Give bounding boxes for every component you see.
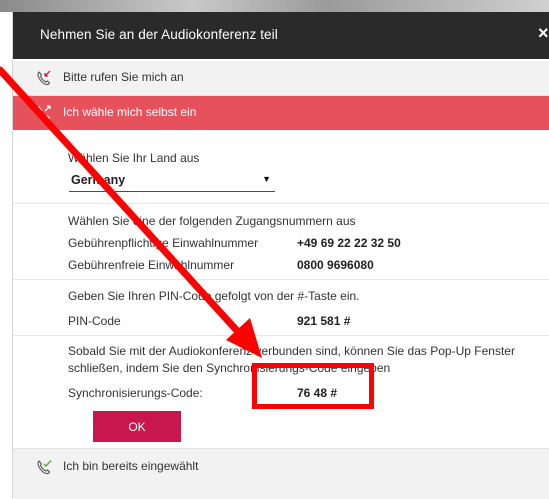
option-call-me[interactable]: Bitte rufen Sie mich an [13, 61, 549, 96]
dialog-title: Nehmen Sie an der Audiokonferenz teil [40, 27, 278, 42]
dropdown-arrow-icon: ▼ [262, 174, 271, 184]
phone-incoming-icon [36, 70, 52, 86]
pin-instruction: Geben Sie Ihren PIN-Code gefolgt von der… [68, 289, 360, 303]
audio-conference-dialog: Nehmen Sie an der Audiokonferenz teil × … [12, 12, 549, 499]
country-select[interactable]: Germany ▼ [69, 171, 275, 192]
ok-button-label: OK [128, 420, 146, 434]
divider [13, 279, 549, 280]
ok-button[interactable]: OK [93, 411, 181, 442]
toll-number-value: +49 69 22 22 32 50 [297, 236, 401, 250]
option-dial-in-label: Ich wähle mich selbst ein [63, 105, 197, 119]
divider [13, 335, 549, 336]
annotation-highlight-box [252, 363, 374, 409]
background-window-strip [0, 0, 549, 12]
tollfree-number-value: 0800 9696080 [297, 258, 374, 272]
access-numbers-intro: Wählen Sie eine der folgenden Zugangsnum… [68, 214, 356, 228]
pin-label: PIN-Code [68, 314, 121, 328]
dialog-titlebar: Nehmen Sie an der Audiokonferenz teil × [13, 12, 549, 59]
option-already-dialed-in-label: Ich bin bereits eingewählt [63, 459, 199, 473]
sync-instruction-line1: Sobald Sie mit der Audiokonferenz verbun… [68, 344, 515, 358]
toll-number-label: Gebührenpflichtige Einwahlnummer [68, 236, 259, 250]
pin-value: 921 581 # [297, 314, 351, 328]
option-dial-in[interactable]: Ich wähle mich selbst ein [13, 96, 549, 130]
close-icon[interactable]: × [538, 23, 549, 44]
option-already-dialed-in[interactable]: Ich bin bereits eingewählt [13, 448, 549, 499]
country-select-value: Germany [71, 173, 126, 187]
divider [13, 203, 549, 204]
country-label: Wählen Sie Ihr Land aus [68, 151, 200, 165]
tollfree-number-label: Gebührenfreie Einwahlnummer [68, 258, 235, 272]
sync-code-label: Synchronisierungs-Code: [68, 386, 203, 400]
phone-outgoing-icon [36, 105, 52, 121]
phone-check-icon [36, 459, 52, 475]
option-call-me-label: Bitte rufen Sie mich an [63, 70, 184, 84]
